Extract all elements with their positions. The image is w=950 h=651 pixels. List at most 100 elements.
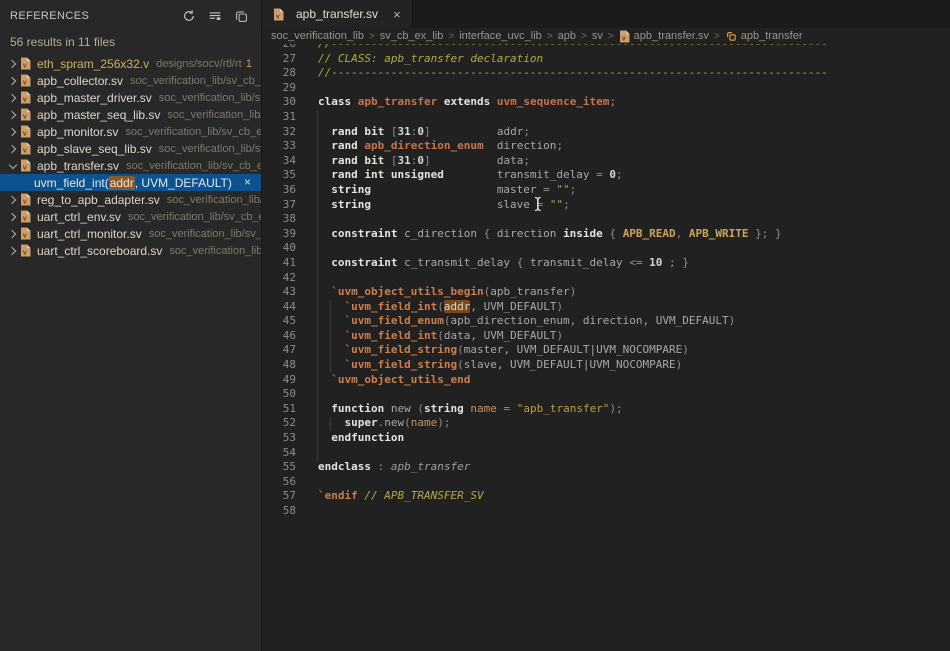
code-line[interactable]: 57`endif // APB_TRANSFER_SV — [262, 489, 950, 504]
file-row[interactable]: veth_spram_256x32.vdesigns/socv/rtl/rtl_… — [0, 55, 261, 72]
code-line[interactable]: 44 `uvm_field_int(addr, UVM_DEFAULT) — [262, 300, 950, 315]
breadcrumb-item[interactable]: soc_verification_lib — [271, 30, 364, 42]
breadcrumb-item[interactable]: apb — [558, 30, 576, 42]
code-line[interactable]: 39 constraint c_direction { direction in… — [262, 227, 950, 242]
file-name: apb_slave_seq_lib.sv — [37, 142, 152, 156]
svg-text:v: v — [23, 95, 27, 103]
file-name: reg_to_apb_adapter.sv — [37, 193, 160, 207]
breadcrumb-item[interactable]: interface_uvc_lib — [459, 30, 542, 42]
reference-result[interactable]: uvm_field_int(addr, UVM_DEFAULT)× — [0, 174, 261, 191]
file-row[interactable]: vreg_to_apb_adapter.svsoc_verification_l… — [0, 191, 261, 208]
code-area[interactable]: 26//------------------------------------… — [262, 37, 950, 519]
indent-guide — [330, 300, 331, 373]
code-line[interactable]: 46 `uvm_field_int(data, UVM_DEFAULT) — [262, 329, 950, 344]
file-name: uart_ctrl_monitor.sv — [37, 227, 142, 241]
chevron-right-icon[interactable] — [6, 248, 20, 254]
breadcrumb-item[interactable]: vapb_transfer.sv — [619, 30, 709, 43]
code-line[interactable]: 50 — [262, 387, 950, 402]
line-number: 34 — [262, 154, 296, 169]
code-line[interactable]: 53 endfunction — [262, 431, 950, 446]
svg-text:v: v — [23, 146, 27, 154]
chevron-down-icon[interactable] — [6, 164, 20, 168]
file-row[interactable]: v apb_slave_seq_lib.sv soc_verification_li… — [0, 140, 261, 157]
chevron-right-icon[interactable] — [6, 61, 20, 67]
breadcrumb-item[interactable]: apb_transfer — [725, 30, 803, 42]
code-line[interactable]: 54 — [262, 446, 950, 461]
code-line[interactable]: 58 — [262, 504, 950, 519]
code-line[interactable]: 38 — [262, 212, 950, 227]
file-row[interactable]: vapb_monitor.svsoc_verification_lib/sv_c… — [0, 123, 261, 140]
code-line[interactable]: 41 constraint c_transmit_delay { transmi… — [262, 256, 950, 271]
code-line[interactable]: 34 rand bit [31:0] data; — [262, 154, 950, 169]
code-line[interactable]: 31 — [262, 110, 950, 125]
tab-apb-transfer[interactable]: v apb_transfer.sv × — [262, 0, 413, 28]
dismiss-result-icon[interactable]: × — [244, 175, 251, 189]
code-line[interactable]: 49 `uvm_object_utils_end — [262, 373, 950, 388]
code-line[interactable]: 27// CLASS: apb_transfer declaration — [262, 52, 950, 67]
code-line[interactable]: 35 rand int unsigned transmit_delay = 0; — [262, 168, 950, 183]
line-number: 53 — [262, 431, 296, 446]
file-path: soc_verification_lib/sv_c... — [159, 92, 261, 104]
chevron-right-icon[interactable] — [6, 146, 20, 152]
line-number: 35 — [262, 168, 296, 183]
breadcrumb-separator: > — [608, 31, 614, 42]
code-line[interactable]: 47 `uvm_field_string(master, UVM_DEFAULT… — [262, 343, 950, 358]
list-view-icon[interactable] — [207, 8, 223, 24]
file-icon: v — [619, 30, 630, 43]
file-name: apb_collector.sv — [37, 74, 123, 88]
code-line[interactable]: 37 string slave = ""; — [262, 198, 950, 213]
chevron-right-icon[interactable] — [6, 112, 20, 118]
file-row[interactable]: vuart_ctrl_env.svsoc_verification_lib/sv… — [0, 208, 261, 225]
file-icon: v — [20, 108, 32, 121]
file-path: soc_verification_lib/sv_cb... — [159, 143, 261, 155]
refresh-icon[interactable] — [181, 8, 197, 24]
line-number: 52 — [262, 416, 296, 431]
file-row[interactable]: vuart_ctrl_scoreboard.svsoc_verification… — [0, 242, 261, 259]
chevron-right-icon[interactable] — [6, 231, 20, 237]
svg-text:v: v — [23, 163, 27, 171]
close-tab-icon[interactable]: × — [393, 7, 401, 22]
file-row[interactable]: vapb_transfer.svsoc_verification_lib/sv_… — [0, 157, 261, 174]
code-line[interactable]: 45 `uvm_field_enum(apb_direction_enum, d… — [262, 314, 950, 329]
file-row[interactable]: vapb_master_seq_lib.svsoc_verification_l… — [0, 106, 261, 123]
line-number: 56 — [262, 475, 296, 490]
line-number: 38 — [262, 212, 296, 227]
file-name: apb_transfer.sv — [37, 159, 119, 173]
line-number: 49 — [262, 373, 296, 388]
file-row[interactable]: vapb_master_driver.svsoc_verification_li… — [0, 89, 261, 106]
chevron-right-icon[interactable] — [6, 197, 20, 203]
line-number: 58 — [262, 504, 296, 519]
code-line[interactable]: 55endclass : apb_transfer — [262, 460, 950, 475]
file-icon: v — [20, 244, 32, 257]
match-highlight: addr — [109, 176, 135, 190]
code-line[interactable]: 32 rand bit [31:0] addr; — [262, 125, 950, 140]
svg-text:v: v — [23, 231, 27, 239]
line-number: 43 — [262, 285, 296, 300]
code-line[interactable]: 42 — [262, 271, 950, 286]
chevron-right-icon[interactable] — [6, 78, 20, 84]
code-line[interactable]: 40 — [262, 241, 950, 256]
breadcrumb-item[interactable]: sv_cb_ex_lib — [380, 30, 444, 42]
line-number: 32 — [262, 125, 296, 140]
code-line[interactable]: 29 — [262, 81, 950, 96]
code-line[interactable]: 56 — [262, 475, 950, 490]
svg-text:v: v — [621, 34, 625, 42]
code-line[interactable]: 48 `uvm_field_string(slave, UVM_DEFAULT|… — [262, 358, 950, 373]
chevron-right-icon[interactable] — [6, 95, 20, 101]
code-line[interactable]: 28//------------------------------------… — [262, 66, 950, 81]
code-line[interactable]: 33 rand apb_direction_enum direction; — [262, 139, 950, 154]
line-number: 33 — [262, 139, 296, 154]
code-line[interactable]: 30class apb_transfer extends uvm_sequenc… — [262, 95, 950, 110]
breadcrumb-item[interactable]: sv — [592, 30, 603, 42]
file-row[interactable]: vuart_ctrl_monitor.svsoc_verification_li… — [0, 225, 261, 242]
line-number: 36 — [262, 183, 296, 198]
copy-all-icon[interactable] — [233, 8, 249, 24]
chevron-right-icon[interactable] — [6, 129, 20, 135]
code-line[interactable]: 51 function new (string name = "apb_tran… — [262, 402, 950, 417]
chevron-right-icon[interactable] — [6, 214, 20, 220]
code-line[interactable]: 36 string master = ""; — [262, 183, 950, 198]
file-row[interactable]: vapb_collector.svsoc_verification_lib/sv… — [0, 72, 261, 89]
file-path: designs/socv/rtl/rtl_lpw... — [156, 58, 242, 70]
code-line[interactable]: 43 `uvm_object_utils_begin(apb_transfer) — [262, 285, 950, 300]
code-line[interactable]: 52 super.new(name); — [262, 416, 950, 431]
